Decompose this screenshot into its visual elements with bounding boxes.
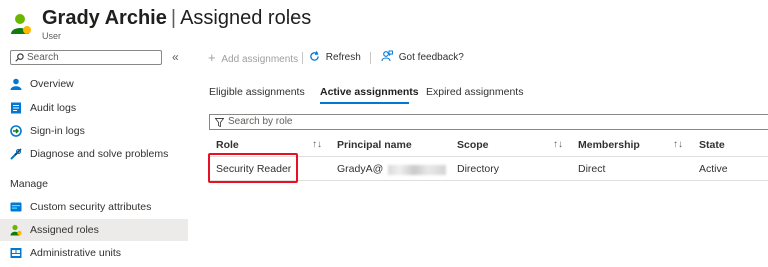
tab-eligible-assignments[interactable]: Eligible assignments xyxy=(209,86,305,98)
cell-principal-name: GradyA@ xyxy=(337,163,384,175)
person-icon xyxy=(10,78,22,90)
page-title: Grady Archie | Assigned roles xyxy=(42,7,311,30)
tab-expired-assignments[interactable]: Expired assignments xyxy=(426,86,523,98)
sidebar-item-administrative-units[interactable]: Administrative units xyxy=(0,242,188,264)
toolbar-divider xyxy=(370,52,371,64)
column-header-principal-name[interactable]: Principal name xyxy=(337,139,412,151)
sort-scope-icon[interactable]: ↑↓ xyxy=(553,139,563,150)
tab-active-assignments[interactable]: Active assignments xyxy=(320,86,419,98)
sort-membership-icon[interactable]: ↑↓ xyxy=(673,139,683,150)
refresh-button[interactable]: Refresh xyxy=(309,50,361,66)
sidebar-item-label: Overview xyxy=(30,78,74,90)
assigned-roles-icon xyxy=(10,224,22,236)
user-name: Grady Archie xyxy=(42,7,167,29)
attributes-icon xyxy=(10,202,22,212)
add-assignments-label: Add assignments xyxy=(221,54,299,65)
column-header-role[interactable]: Role xyxy=(216,139,239,151)
cell-membership: Direct xyxy=(578,163,606,175)
filter-placeholder: Search by role xyxy=(228,116,293,127)
sidebar-item-assigned-roles[interactable]: Assigned roles xyxy=(0,219,188,241)
feedback-label: Got feedback? xyxy=(398,52,464,63)
role-filter-input[interactable]: Search by role xyxy=(209,114,768,130)
feedback-button[interactable]: Got feedback? xyxy=(381,50,464,66)
sidebar-item-label: Assigned roles xyxy=(30,224,99,236)
page-subtitle: User xyxy=(42,31,62,41)
feedback-icon xyxy=(381,50,393,62)
title-separator: | xyxy=(170,7,177,29)
column-header-state[interactable]: State xyxy=(699,139,725,151)
column-header-membership[interactable]: Membership xyxy=(578,139,640,151)
sidebar-item-overview[interactable]: Overview xyxy=(0,73,188,95)
sidebar-item-label: Custom security attributes xyxy=(30,201,152,213)
sidebar-item-label: Administrative units xyxy=(30,247,122,259)
add-assignments-button[interactable]: + Add assignments xyxy=(208,50,298,66)
filter-icon xyxy=(215,118,224,127)
sign-in-icon xyxy=(10,125,22,137)
refresh-label: Refresh xyxy=(325,52,361,63)
highlight-box xyxy=(208,153,298,183)
sidebar-item-label: Audit logs xyxy=(30,102,77,114)
search-placeholder: Search xyxy=(27,52,59,63)
user-avatar-icon xyxy=(11,14,31,34)
sort-role-icon[interactable]: ↑↓ xyxy=(312,139,322,150)
plus-icon: + xyxy=(208,50,216,65)
sidebar-section-manage: Manage xyxy=(10,178,48,190)
sidebar-item-custom-security-attributes[interactable]: Custom security attributes xyxy=(0,196,188,218)
page-header: Grady Archie | Assigned roles ··· User xyxy=(8,4,768,41)
refresh-icon xyxy=(310,51,319,61)
more-options-button[interactable]: ··· xyxy=(286,8,303,24)
column-header-scope[interactable]: Scope xyxy=(457,139,489,151)
sidebar-item-sign-in-logs[interactable]: Sign-in logs xyxy=(0,120,188,142)
cell-state: Active xyxy=(699,163,728,175)
toolbar-divider xyxy=(302,52,303,64)
wrench-icon xyxy=(10,148,22,160)
active-tab-indicator xyxy=(320,102,409,104)
sidebar-item-diagnose[interactable]: Diagnose and solve problems xyxy=(0,143,188,165)
redacted-principal-domain xyxy=(388,165,446,175)
search-icon xyxy=(15,53,24,62)
admin-units-icon xyxy=(10,248,22,258)
sidebar-item-label: Diagnose and solve problems xyxy=(30,148,169,160)
sidebar-item-label: Sign-in logs xyxy=(30,125,85,137)
sidebar-item-audit-logs[interactable]: Audit logs xyxy=(0,97,188,119)
audit-log-icon xyxy=(11,102,21,114)
collapse-sidebar-button[interactable]: « xyxy=(172,50,179,64)
cell-scope: Directory xyxy=(457,163,500,175)
sidebar-search-input[interactable]: Search xyxy=(10,50,162,65)
